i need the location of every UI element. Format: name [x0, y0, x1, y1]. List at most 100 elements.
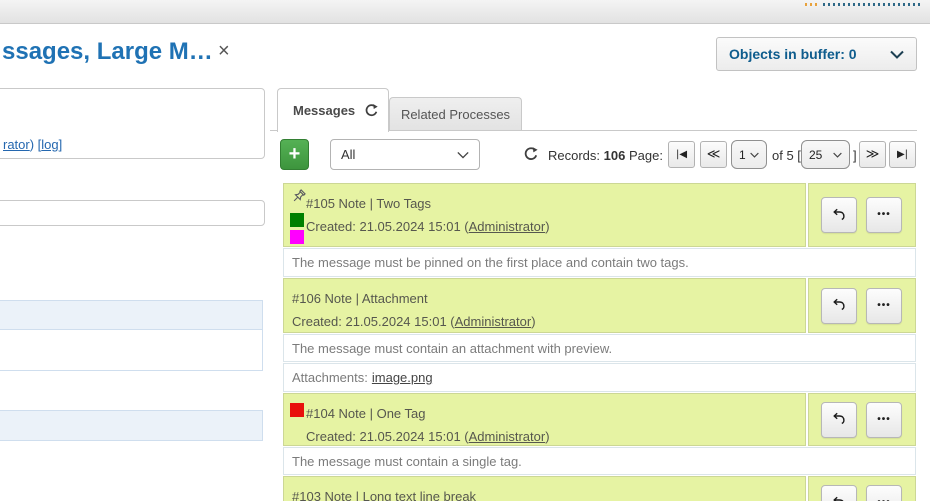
reply-button[interactable]: [821, 485, 857, 501]
message-body: The message must contain an attachment w…: [283, 334, 916, 362]
chevron-down-icon: [457, 151, 469, 159]
created-suffix: ): [545, 429, 549, 444]
page-title: ssages, Large M…: [2, 38, 213, 66]
message-menu-button[interactable]: •••: [866, 402, 902, 438]
toolbar-dashes-blue-icon: [823, 3, 922, 6]
message-text-block: #106 Note | Attachment Created: 21.05.20…: [284, 279, 536, 332]
message-body-text: The message must contain a single tag.: [292, 454, 522, 469]
tab-related-processes[interactable]: Related Processes: [389, 97, 522, 130]
author-link[interactable]: Administrator: [469, 219, 546, 234]
add-message-button[interactable]: +: [280, 139, 309, 170]
buffer-label: Objects in buffer: 0: [729, 46, 857, 62]
message-title: #103 Note | Long text line break: [292, 485, 476, 501]
ellipsis-icon: •••: [877, 210, 891, 220]
ellipsis-icon: •••: [877, 415, 891, 425]
link-separator: ) [: [30, 137, 42, 152]
message-actions-cell: •••: [808, 393, 916, 446]
filter-value: All: [341, 147, 355, 162]
message-text-block: #104 Note | One Tag Created: 21.05.2024 …: [306, 394, 550, 445]
first-page-button[interactable]: |◀: [668, 141, 695, 168]
attachments-label: Attachments:: [292, 370, 368, 385]
reply-icon: [831, 296, 847, 315]
message-header-103: #103 Note | Long text line break •••: [283, 476, 916, 501]
message-created: Created: 21.05.2024 15:01 (Administrator…: [306, 215, 550, 238]
chevron-down-icon: [833, 152, 842, 158]
author-link[interactable]: rator: [3, 137, 30, 152]
message-header-cell[interactable]: #105 Note | Two Tags Created: 21.05.2024…: [283, 183, 806, 247]
prev-page-icon: ≪: [707, 147, 721, 162]
link-bracket: ]: [59, 137, 63, 152]
attachment-link[interactable]: image.png: [372, 370, 433, 385]
per-page-value: 25: [809, 148, 822, 162]
message-title: #105 Note | Two Tags: [306, 192, 550, 215]
next-page-button[interactable]: ≫: [859, 141, 886, 168]
log-link[interactable]: log: [41, 137, 58, 152]
reply-icon: [831, 410, 847, 429]
ellipsis-icon: •••: [877, 301, 891, 311]
message-text-block: #103 Note | Long text line break: [284, 477, 476, 501]
message-title: #106 Note | Attachment: [292, 287, 536, 310]
message-actions-cell: •••: [808, 183, 916, 247]
message-filter-select[interactable]: All: [330, 139, 480, 170]
created-suffix: ): [545, 219, 549, 234]
page-label: Page:: [629, 148, 663, 163]
left-input-box[interactable]: [0, 200, 265, 226]
reply-button[interactable]: [821, 402, 857, 438]
message-list: #105 Note | Two Tags Created: 21.05.2024…: [283, 183, 916, 501]
message-header-cell[interactable]: #106 Note | Attachment Created: 21.05.20…: [283, 278, 806, 333]
reply-button[interactable]: [821, 288, 857, 324]
created-prefix: Created: 21.05.2024 15:01 (: [292, 314, 455, 329]
records-count: 106: [604, 148, 626, 163]
created-prefix: Created: 21.05.2024 15:01 (: [306, 219, 469, 234]
first-page-icon: |◀: [676, 149, 687, 160]
tab-related-label: Related Processes: [401, 107, 510, 122]
refresh-list-icon[interactable]: [523, 146, 539, 162]
left-table-header-2: [0, 410, 263, 441]
message-title: #104 Note | One Tag: [306, 402, 550, 425]
reply-icon: [831, 494, 847, 501]
reply-button[interactable]: [821, 197, 857, 233]
message-actions-cell: •••: [808, 278, 916, 333]
records-info: Records: 106 Page:: [548, 148, 663, 163]
message-menu-button[interactable]: •••: [866, 485, 902, 501]
left-widget-links: rator) [log]: [3, 137, 62, 152]
created-suffix: ): [531, 314, 535, 329]
message-body-text: The message must contain an attachment w…: [292, 341, 612, 356]
message-header-cell[interactable]: #104 Note | One Tag Created: 21.05.2024 …: [283, 393, 806, 446]
message-header-105: #105 Note | Two Tags Created: 21.05.2024…: [283, 183, 916, 247]
per-page-select[interactable]: 25: [801, 140, 850, 169]
message-created: Created: 21.05.2024 15:01 (Administrator…: [292, 310, 536, 333]
message-menu-button[interactable]: •••: [866, 197, 902, 233]
message-header-cell[interactable]: #103 Note | Long text line break: [283, 476, 806, 501]
tag-swatch-green: [290, 213, 304, 227]
page-of-label: of 5 [: [772, 148, 801, 163]
reply-icon: [831, 206, 847, 225]
last-page-icon: ▶|: [897, 149, 908, 160]
objects-in-buffer-button[interactable]: Objects in buffer: 0: [716, 37, 917, 71]
left-table-row: [0, 329, 263, 371]
author-link[interactable]: Administrator: [469, 429, 546, 444]
message-actions-cell: •••: [808, 476, 916, 501]
created-prefix: Created: 21.05.2024 15:01 (: [306, 429, 469, 444]
message-header-106: #106 Note | Attachment Created: 21.05.20…: [283, 278, 916, 333]
message-attachments: Attachments: image.png: [283, 363, 916, 392]
message-created: Created: 21.05.2024 15:01 (Administrator…: [306, 425, 550, 448]
left-widget-box: rator) [log]: [0, 88, 265, 159]
tag-swatch-magenta: [290, 230, 304, 244]
message-icon-column: [284, 394, 306, 445]
tag-swatch-red: [290, 403, 304, 417]
tab-messages[interactable]: Messages: [277, 88, 389, 132]
last-page-button[interactable]: ▶|: [889, 141, 916, 168]
message-menu-button[interactable]: •••: [866, 288, 902, 324]
message-icon-column: [284, 184, 306, 246]
message-body-text: The message must be pinned on the first …: [292, 255, 689, 270]
page-number-select[interactable]: 1: [731, 140, 767, 169]
close-icon[interactable]: ×: [218, 41, 230, 61]
author-link[interactable]: Administrator: [455, 314, 532, 329]
plus-icon: +: [289, 143, 301, 166]
left-table-header: [0, 300, 263, 330]
prev-page-button[interactable]: ≪: [700, 141, 727, 168]
page-number-value: 1: [739, 148, 746, 162]
refresh-icon[interactable]: [364, 103, 379, 118]
chevron-down-icon: [890, 50, 904, 59]
